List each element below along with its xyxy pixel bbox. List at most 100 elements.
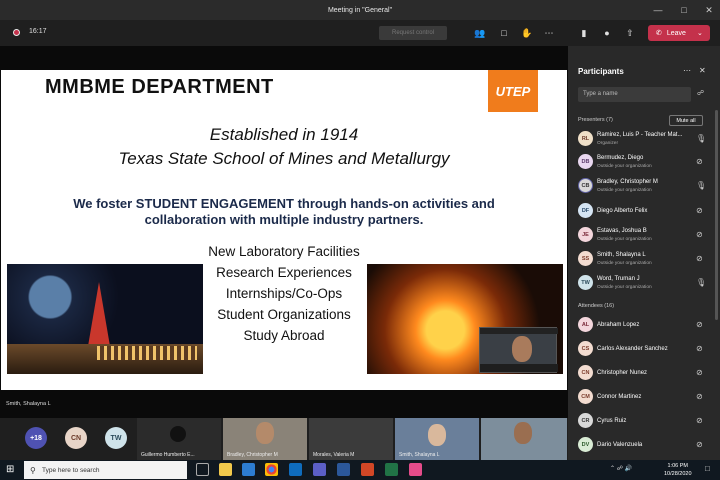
presenter-video-pip[interactable]: [479, 327, 558, 373]
video-tile[interactable]: Guillermo Humberto E...: [137, 418, 221, 460]
avatar: DB: [578, 154, 593, 169]
taskbar-search-input[interactable]: ⚲ Type here to search: [24, 461, 187, 479]
system-tray-icons[interactable]: ⌃ ☍ 🔊: [610, 465, 632, 472]
excel-icon[interactable]: [385, 463, 398, 476]
video-tile-label: Bradley, Christopher M: [227, 452, 278, 458]
more-options-icon[interactable]: ⋯: [541, 26, 557, 40]
participant-name: Bermudez, Diego: [597, 155, 644, 161]
list-item[interactable]: DV Dario Valenzuela ⊘: [578, 435, 708, 455]
leave-button[interactable]: ✆ Leave ⌄: [648, 25, 710, 41]
share-invite-icon[interactable]: ☍: [697, 89, 704, 97]
list-item[interactable]: CN Christopher Nunez ⊘: [578, 363, 708, 383]
participant-name: Abraham Lopez: [597, 322, 640, 328]
video-tile-label: Smith, Shalayna L: [399, 452, 440, 458]
slide-engagement-line-2: collaboration with multiple industry par…: [144, 212, 424, 227]
chrome-icon[interactable]: [265, 463, 278, 476]
mic-off-icon[interactable]: ⊘: [696, 157, 703, 166]
slide-bullet: Student Organizations: [217, 307, 351, 322]
mic-off-icon[interactable]: ⊘: [696, 230, 703, 239]
file-explorer-icon[interactable]: [219, 463, 232, 476]
store-icon[interactable]: [242, 463, 255, 476]
list-item[interactable]: RL Ramirez, Luis P - Teacher Mat... Orga…: [578, 129, 708, 149]
list-item[interactable]: CR Cyrus Ruiz ⊘: [578, 411, 708, 431]
chat-icon[interactable]: □: [496, 26, 512, 40]
slide-title: MMBME DEPARTMENT: [45, 76, 274, 98]
chevron-down-icon[interactable]: ⌄: [697, 29, 703, 37]
microphone-icon[interactable]: 🎙: [696, 278, 706, 287]
list-item[interactable]: CB Bradley, Christopher M Outside your o…: [578, 176, 708, 196]
list-item[interactable]: DF Diego Alberto Felix ⊘: [578, 201, 708, 221]
microphone-icon[interactable]: 🎙: [696, 181, 706, 190]
mic-off-icon[interactable]: ⊘: [696, 440, 703, 449]
list-item[interactable]: SS Smith, Shalayna L Outside your organi…: [578, 249, 708, 269]
microphone-icon[interactable]: 🎙: [696, 134, 706, 143]
media-icon[interactable]: [409, 463, 422, 476]
list-item[interactable]: DB Bermudez, Diego Outside your organiza…: [578, 152, 708, 172]
pip-title-bar: [480, 328, 558, 334]
notifications-icon[interactable]: □: [705, 464, 710, 473]
attendees-section-label[interactable]: Attendees (16): [578, 303, 614, 309]
participant-name: Cyrus Ruiz: [597, 418, 627, 424]
taskbar-search-placeholder: Type here to search: [42, 466, 100, 474]
participant-face: [514, 422, 532, 444]
list-item[interactable]: CM Connor Martinez ⊘: [578, 387, 708, 407]
raise-hand-icon[interactable]: ✋: [519, 26, 535, 40]
slide-bullet: New Laboratory Facilities: [208, 244, 360, 259]
taskbar-time: 1:06 PM: [667, 463, 688, 469]
taskbar-clock[interactable]: 1:06 PM 10/28/2020: [664, 462, 692, 478]
mic-off-icon[interactable]: ⊘: [696, 392, 703, 401]
teams-icon[interactable]: [313, 463, 326, 476]
minimize-icon[interactable]: —: [646, 0, 670, 20]
close-icon[interactable]: ✕: [699, 66, 706, 75]
participant-role: Outside your organization: [597, 164, 652, 169]
avatar[interactable]: CN: [65, 427, 87, 449]
list-item[interactable]: JE Estavas, Joshua B Outside your organi…: [578, 225, 708, 245]
request-control-button[interactable]: Request control: [379, 26, 447, 40]
mic-off-icon[interactable]: ⊘: [696, 254, 703, 263]
video-tile[interactable]: Bradley, Christopher M: [223, 418, 307, 460]
video-tile[interactable]: [481, 418, 567, 460]
microphone-icon[interactable]: ●: [599, 26, 615, 40]
share-screen-icon[interactable]: ⇧: [622, 26, 638, 40]
list-item[interactable]: TW Word, Truman J Outside your organizat…: [578, 273, 708, 293]
presenters-section-label[interactable]: Presenters (7): [578, 117, 613, 123]
word-icon[interactable]: [337, 463, 350, 476]
participant-name: Word, Truman J: [597, 276, 640, 282]
avatar[interactable]: TW: [105, 427, 127, 449]
participant-role: Organizer: [597, 141, 619, 146]
powerpoint-icon[interactable]: [361, 463, 374, 476]
windows-start-icon[interactable]: ⊞: [6, 464, 14, 475]
mic-off-icon[interactable]: ⊘: [696, 320, 703, 329]
avatar: DF: [578, 203, 593, 218]
avatar: CR: [578, 413, 593, 428]
pip-controls[interactable]: [480, 364, 558, 372]
mail-icon[interactable]: [289, 463, 302, 476]
video-tile[interactable]: Smith, Shalayna L: [395, 418, 479, 460]
avatar: JE: [578, 227, 593, 242]
list-item[interactable]: AL Abraham Lopez ⊘: [578, 315, 708, 335]
mic-off-icon[interactable]: ⊘: [696, 368, 703, 377]
task-view-icon[interactable]: [196, 463, 209, 476]
participant-search-input[interactable]: Type a name: [578, 87, 691, 102]
camera-icon[interactable]: ▮: [576, 26, 592, 40]
slide-engagement-line-1: We foster STUDENT ENGAGEMENT through han…: [73, 196, 495, 211]
close-icon[interactable]: ✕: [697, 0, 720, 20]
overflow-participants-count[interactable]: +18: [25, 427, 47, 449]
mic-off-icon[interactable]: ⊘: [696, 206, 703, 215]
participant-name: Christopher Nunez: [597, 370, 648, 376]
mic-off-icon[interactable]: ⊘: [696, 416, 703, 425]
list-item[interactable]: CS Carlos Alexander Sanchez ⊘: [578, 339, 708, 359]
participant-role: Outside your organization: [597, 188, 652, 193]
avatar: TW: [578, 275, 593, 290]
taskbar-date: 10/28/2020: [664, 471, 692, 477]
mute-all-button[interactable]: Mute all: [669, 115, 703, 126]
avatar: CS: [578, 341, 593, 356]
more-options-icon[interactable]: ⋯: [683, 66, 691, 75]
video-tile[interactable]: Morales, Valeria M: [309, 418, 393, 460]
panel-scrollbar[interactable]: [715, 110, 718, 320]
recording-icon: [13, 29, 20, 36]
maximize-icon[interactable]: □: [672, 0, 696, 20]
participants-icon[interactable]: 👥: [472, 26, 488, 40]
mic-off-icon[interactable]: ⊘: [696, 344, 703, 353]
participant-name: Carlos Alexander Sanchez: [597, 346, 668, 352]
